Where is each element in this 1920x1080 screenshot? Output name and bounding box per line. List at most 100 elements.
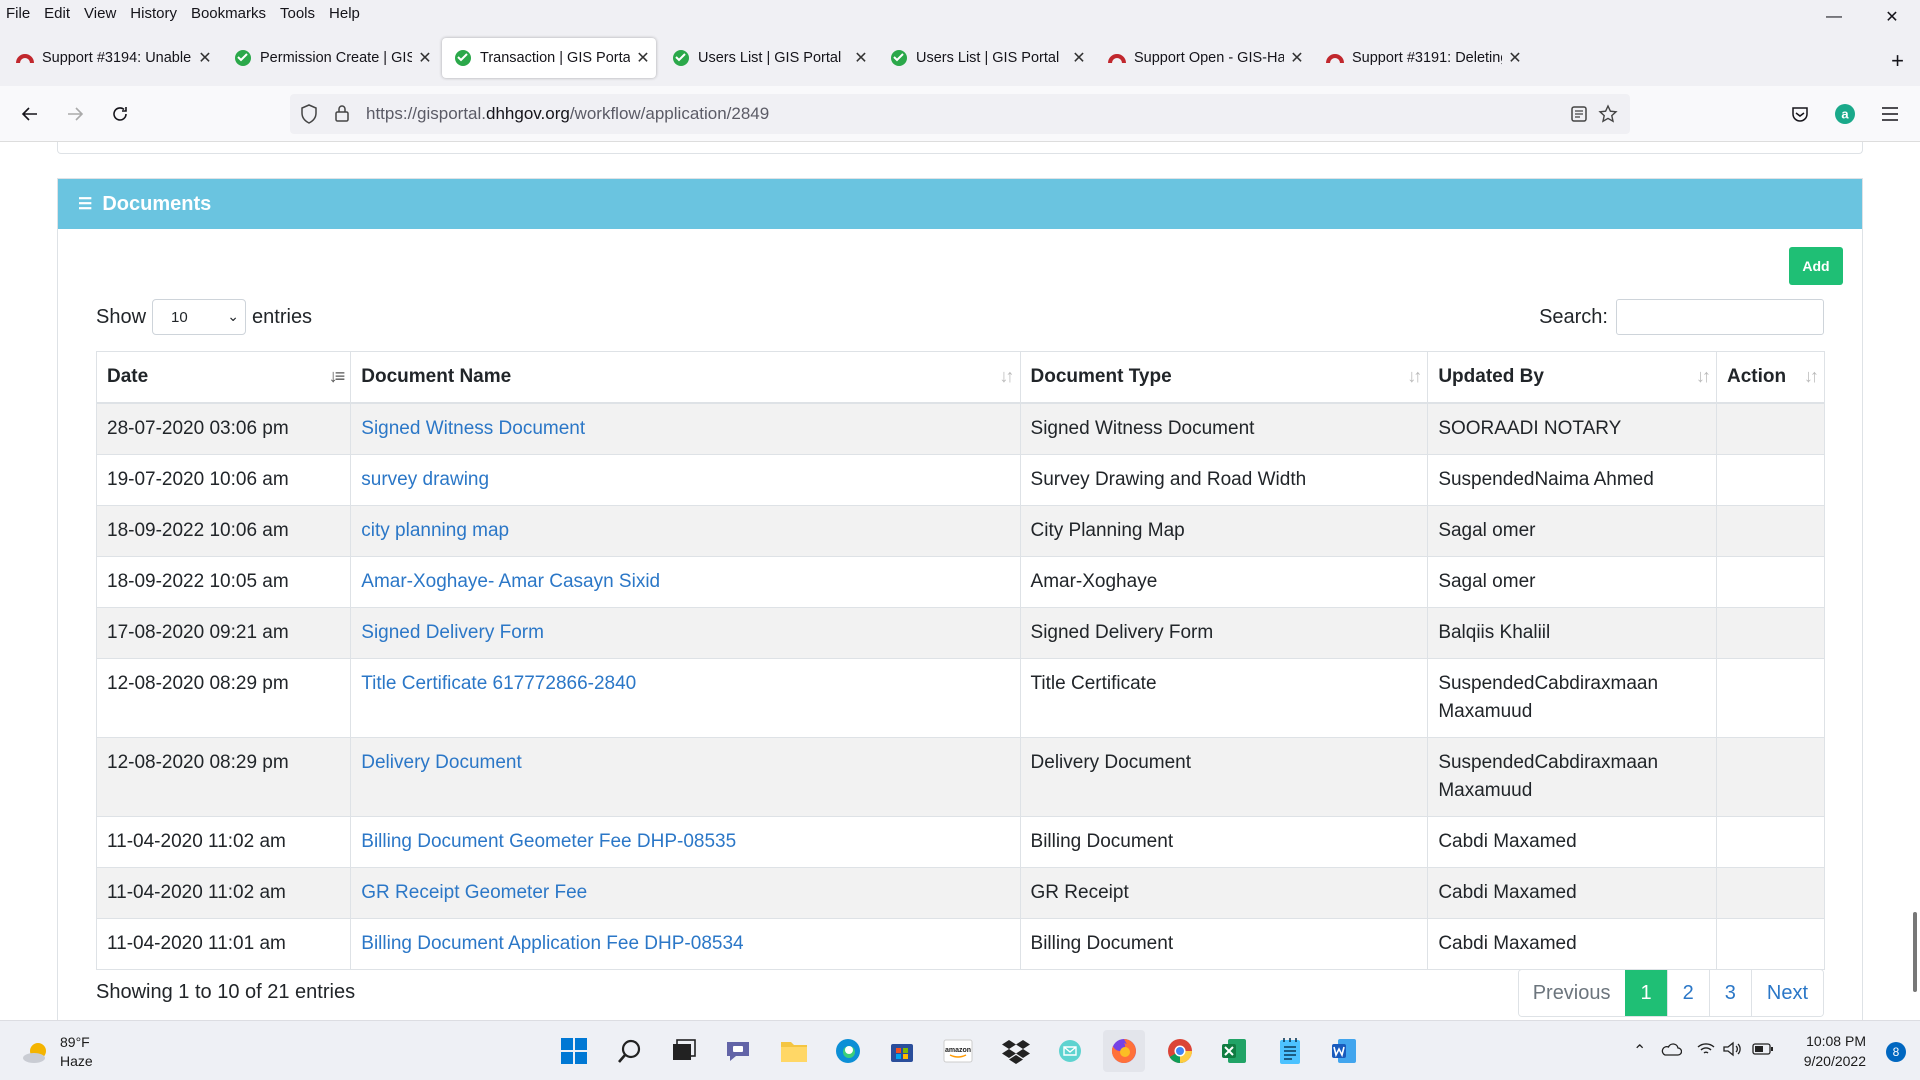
document-link[interactable]: Title Certificate 617772866-2840 [361,673,636,694]
word-icon[interactable] [1326,1033,1362,1069]
edge-icon[interactable] [830,1033,866,1069]
menu-view[interactable]: View [77,5,123,22]
tracking-shield-icon[interactable] [300,104,318,129]
add-document-button[interactable]: Add [1789,247,1843,285]
search-input[interactable] [1616,299,1824,335]
close-tab-icon[interactable]: ✕ [1284,48,1310,68]
menu-history[interactable]: History [123,5,184,22]
mail-icon[interactable] [1052,1033,1088,1069]
action-cell[interactable] [1716,555,1825,608]
column-header-document-name[interactable]: Document Name ↓↑ [350,351,1021,404]
vertical-scrollbar[interactable] [1913,912,1917,992]
chevron-up-icon[interactable]: ⌃ [1633,1041,1646,1061]
document-link[interactable]: survey drawing [361,469,489,490]
menu-file[interactable]: File [0,5,37,22]
amazon-icon[interactable]: amazon [940,1033,976,1069]
browser-tab[interactable]: Support #3191: Deleting final✕ [1314,38,1528,78]
system-clock[interactable]: 10:08 PM 9/20/2022 [1804,1031,1866,1071]
notepad-icon[interactable] [1272,1033,1308,1069]
close-tab-icon[interactable]: ✕ [630,48,656,68]
action-cell[interactable] [1716,815,1825,868]
gis-portal-icon [454,49,472,67]
pocket-icon[interactable] [1786,100,1814,128]
gis-portal-icon [672,49,690,67]
lock-icon[interactable] [334,103,350,128]
document-link[interactable]: Delivery Document [361,752,522,773]
menu-tools[interactable]: Tools [273,5,322,22]
forward-icon[interactable] [61,100,89,128]
search-icon[interactable] [612,1033,648,1069]
close-tab-icon[interactable]: ✕ [1502,48,1528,68]
browser-tab[interactable]: Permission Create | GIS Portal✕ [222,38,438,78]
app-menu-icon[interactable] [1876,100,1904,128]
action-cell[interactable] [1716,736,1825,817]
new-tab-button[interactable]: + [1891,48,1904,74]
document-link[interactable]: Billing Document Geometer Fee DHP-08535 [361,831,736,852]
updated-by-cell: Cabdi Maxamed [1427,866,1718,919]
task-view-icon[interactable] [666,1033,702,1069]
chrome-icon[interactable] [1162,1033,1198,1069]
notification-badge[interactable]: 8 [1886,1042,1906,1062]
battery-icon[interactable] [1752,1041,1774,1062]
previous-page-button[interactable]: Previous [1518,970,1625,1016]
reload-icon[interactable] [106,100,134,128]
browser-tab[interactable]: Support Open - GIS-Hargesia✕ [1096,38,1310,78]
weather-widget[interactable]: 89°F Haze [22,1033,93,1071]
action-cell[interactable] [1716,917,1825,970]
svg-text:a: a [1841,107,1849,122]
wifi-icon[interactable] [1696,1041,1716,1062]
back-icon[interactable] [16,100,44,128]
column-header-date[interactable]: Date ↓≡ [95,351,352,404]
close-tab-icon[interactable]: ✕ [412,48,438,68]
next-page-button[interactable]: Next [1750,970,1823,1016]
action-cell[interactable] [1716,504,1825,557]
document-link[interactable]: Signed Witness Document [361,418,585,439]
column-header-updated-by[interactable]: Updated By ↓↑ [1427,351,1718,404]
action-cell[interactable] [1716,657,1825,738]
date-cell: 18-09-2022 10:05 am [95,555,352,608]
page-button-2[interactable]: 2 [1666,970,1709,1016]
menu-help[interactable]: Help [322,5,367,22]
action-cell[interactable] [1716,606,1825,659]
action-cell[interactable] [1716,402,1825,455]
account-extension-icon[interactable]: a [1831,100,1859,128]
onedrive-icon[interactable] [1660,1041,1683,1062]
excel-icon[interactable] [1216,1033,1252,1069]
store-icon[interactable] [884,1033,920,1069]
firefox-icon[interactable] [1103,1030,1145,1072]
browser-tab[interactable]: Transaction | GIS Portal ✕ [442,38,656,78]
entries-label: entries [252,305,313,328]
close-tab-icon[interactable]: ✕ [192,48,218,68]
bookmark-star-icon[interactable] [1598,104,1618,129]
close-tab-icon[interactable]: ✕ [848,48,874,68]
browser-tab[interactable]: Support #3194: Unable to mo✕ [4,38,218,78]
document-link[interactable]: Amar-Xoghaye- Amar Casayn Sixid [361,571,660,592]
column-header-document-type[interactable]: Document Type ↓↑ [1019,351,1429,404]
date-cell: 28-07-2020 03:06 pm [95,402,352,455]
document-link[interactable]: Billing Document Application Fee DHP-085… [361,933,743,954]
close-tab-icon[interactable]: ✕ [1066,48,1092,68]
document-link[interactable]: city planning map [361,520,509,541]
page-button-3[interactable]: 3 [1708,970,1751,1016]
page-button-1[interactable]: 1 [1624,970,1667,1016]
column-header-action[interactable]: Action ↓↑ [1716,351,1825,404]
document-type-cell: Delivery Document [1019,736,1429,817]
volume-icon[interactable] [1722,1041,1742,1062]
browser-tab[interactable]: Users List | GIS Portal ✕ [660,38,874,78]
document-link[interactable]: GR Receipt Geometer Fee [361,882,587,903]
dropbox-icon[interactable] [998,1033,1034,1069]
browser-tab[interactable]: Users List | GIS Portal ✕ [878,38,1092,78]
menu-edit[interactable]: Edit [37,5,77,22]
entries-select[interactable]: 10 ⌄ [152,299,247,335]
document-link[interactable]: Signed Delivery Form [361,622,544,643]
file-explorer-icon[interactable] [776,1033,812,1069]
menu-bookmarks[interactable]: Bookmarks [184,5,273,22]
url-text: https://gisportal.dhhgov.org/workflow/ap… [366,104,770,123]
action-cell[interactable] [1716,866,1825,919]
start-icon[interactable] [556,1033,592,1069]
teams-chat-icon[interactable] [720,1033,756,1069]
action-cell[interactable] [1716,453,1825,506]
reader-view-icon[interactable] [1570,105,1588,128]
address-bar[interactable]: https://gisportal.dhhgov.org/workflow/ap… [290,94,1630,134]
document-type-cell: City Planning Map [1019,504,1429,557]
